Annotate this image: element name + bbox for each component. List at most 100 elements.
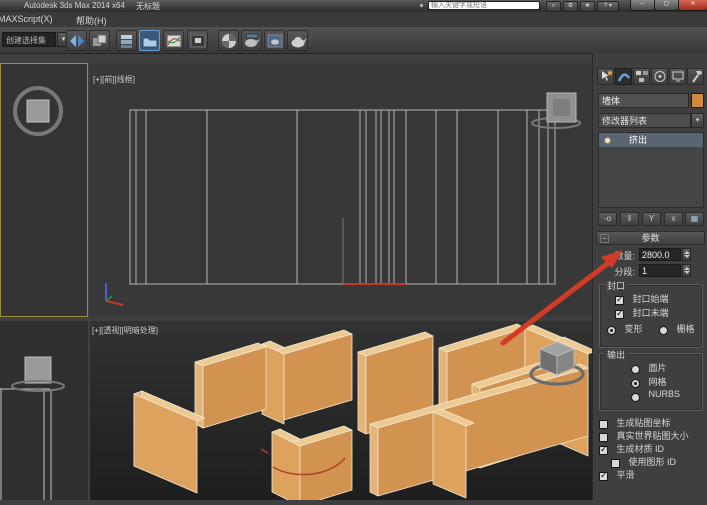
cap-start-checkbox[interactable] bbox=[615, 296, 624, 305]
search-input[interactable] bbox=[428, 1, 540, 10]
menu-help[interactable]: 帮助(H) bbox=[72, 14, 111, 27]
object-color-swatch[interactable] bbox=[691, 93, 704, 108]
gen-mapping-coords-checkbox[interactable] bbox=[599, 420, 608, 429]
document-title: 无标题 bbox=[136, 1, 160, 12]
nurbs-radio-row[interactable]: NURBS bbox=[631, 389, 680, 400]
mesh-label: 网格 bbox=[648, 377, 666, 387]
use-shape-ids-label: 使用图形 ID bbox=[628, 457, 676, 467]
minimize-button[interactable]: ─ bbox=[630, 0, 655, 11]
segments-spinner[interactable]: 1 bbox=[639, 264, 681, 277]
tab-modify[interactable] bbox=[615, 68, 632, 85]
grid-radio-row[interactable]: 栅格 bbox=[659, 322, 694, 333]
remove-modifier-button[interactable]: x bbox=[664, 212, 683, 226]
front-wireframe bbox=[90, 63, 592, 317]
pin-stack-button[interactable]: -o bbox=[598, 212, 617, 226]
menu-maxscript[interactable]: MAXScript(X) bbox=[0, 14, 57, 24]
menu-bar: MAXScript(X) 帮助(H) bbox=[0, 12, 707, 28]
render-setup-icon[interactable] bbox=[241, 30, 262, 51]
viewport-front[interactable]: [+][前][线框] bbox=[90, 63, 592, 317]
app-title: Autodesk 3ds Max 2014 x64 bbox=[24, 1, 125, 10]
mesh-radio[interactable] bbox=[631, 379, 640, 388]
modifier-stack-entry[interactable]: 挤出 bbox=[599, 133, 703, 147]
restore-button[interactable]: ▢ bbox=[654, 0, 679, 11]
modifier-list-dropdown[interactable]: 修改器列表 bbox=[598, 113, 691, 128]
modifier-enabled-bulb-icon[interactable] bbox=[604, 137, 611, 144]
main-toolbar: 创建选择集 ▾ bbox=[0, 27, 707, 54]
viewport-bottom-left[interactable] bbox=[0, 321, 88, 500]
material-editor-icon[interactable] bbox=[218, 30, 239, 51]
grid-radio[interactable] bbox=[659, 326, 668, 335]
collapse-icon[interactable]: − bbox=[600, 234, 609, 243]
star-icon[interactable]: ★ bbox=[580, 1, 595, 12]
object-name-field[interactable]: 墙体 bbox=[598, 93, 689, 108]
layer-manager-icon[interactable] bbox=[116, 30, 137, 51]
use-shape-ids-row[interactable]: 使用图形 ID bbox=[611, 455, 676, 466]
configure-modifier-sets-button[interactable]: ▦ bbox=[685, 212, 704, 226]
smooth-label: 平滑 bbox=[616, 470, 634, 480]
gen-material-ids-row[interactable]: 生成材质 ID bbox=[599, 442, 664, 453]
patch-radio[interactable] bbox=[631, 365, 640, 374]
wrench-icon[interactable]: ⚙ bbox=[563, 1, 578, 12]
tab-hierarchy[interactable] bbox=[633, 68, 650, 85]
amount-spinner[interactable]: 2800.0 bbox=[639, 248, 681, 261]
amount-spinner-arrows[interactable] bbox=[682, 248, 691, 261]
real-world-map-checkbox[interactable] bbox=[599, 433, 608, 442]
modifier-list-arrow[interactable]: ▾ bbox=[691, 113, 704, 128]
walls-3d-render bbox=[90, 321, 592, 500]
gen-material-ids-checkbox[interactable] bbox=[599, 446, 608, 455]
gen-mapping-coords-label: 生成贴图坐标 bbox=[616, 418, 670, 428]
tab-utilities[interactable] bbox=[687, 68, 704, 85]
named-selection-set-combobox[interactable]: 创建选择集 bbox=[2, 32, 56, 47]
nurbs-radio[interactable] bbox=[631, 393, 640, 402]
output-group-title: 输出 bbox=[605, 348, 627, 361]
show-end-result-button[interactable]: ‖ bbox=[620, 212, 639, 226]
mesh-radio-row[interactable]: 网格 bbox=[631, 375, 666, 386]
render-teapot-icon[interactable] bbox=[287, 30, 308, 51]
folder-toggle-icon[interactable] bbox=[139, 30, 160, 51]
gen-mapping-coords-row[interactable]: 生成贴图坐标 bbox=[599, 416, 670, 427]
segments-spinner-arrows[interactable] bbox=[682, 264, 691, 277]
smooth-checkbox[interactable] bbox=[599, 472, 608, 481]
rendered-frame-icon[interactable] bbox=[264, 30, 285, 51]
tab-motion[interactable] bbox=[651, 68, 668, 85]
segments-label: 分段: bbox=[607, 265, 635, 278]
close-button[interactable]: ✕ bbox=[678, 0, 707, 11]
help-icon[interactable]: ? ▾ bbox=[597, 1, 619, 12]
search-icon[interactable]: ⌕ bbox=[546, 1, 561, 12]
tab-display[interactable] bbox=[669, 68, 686, 85]
parameters-rollout-title: 参数 bbox=[641, 233, 659, 243]
mirror-icon[interactable] bbox=[66, 30, 87, 51]
use-shape-ids-checkbox[interactable] bbox=[611, 459, 620, 468]
morph-radio-row[interactable]: 变形 bbox=[607, 322, 642, 333]
viewcube-orthographic bbox=[1, 64, 87, 316]
real-world-map-row[interactable]: 真实世界贴图大小 bbox=[599, 429, 688, 440]
smooth-row[interactable]: 平滑 bbox=[599, 468, 634, 479]
modifier-label: 挤出 bbox=[629, 133, 647, 147]
cap-group-title: 封口 bbox=[605, 279, 627, 292]
parameters-rollout-header[interactable]: − 参数 bbox=[596, 231, 705, 245]
cap-start-checkbox-row[interactable]: 封口始端 bbox=[615, 292, 668, 303]
viewcube-side[interactable] bbox=[12, 357, 64, 391]
modifier-stack[interactable]: 挤出 bbox=[598, 132, 704, 208]
real-world-map-label: 真实世界贴图大小 bbox=[616, 431, 688, 441]
world-axis-tripod bbox=[106, 283, 123, 305]
align-icon[interactable] bbox=[89, 30, 110, 51]
schematic-view-icon[interactable] bbox=[187, 30, 208, 51]
amount-label: 数量: bbox=[607, 249, 635, 262]
command-panel: 墙体 修改器列表 ▾ 挤出 -o ‖ Y x ▦ − 参数 数量: 2800.0… bbox=[592, 53, 707, 500]
cap-end-checkbox-row[interactable]: 封口末端 bbox=[615, 306, 668, 317]
cap-start-label: 封口始端 bbox=[632, 294, 668, 304]
viewport-perspective[interactable]: [+][透视][明暗处理] bbox=[90, 321, 592, 500]
cap-end-label: 封口末端 bbox=[632, 308, 668, 318]
make-unique-button[interactable]: Y bbox=[642, 212, 661, 226]
nurbs-label: NURBS bbox=[648, 389, 680, 399]
tab-create[interactable] bbox=[597, 68, 614, 85]
left-wireframe bbox=[0, 321, 86, 500]
cap-end-checkbox[interactable] bbox=[615, 310, 624, 319]
curve-editor-icon[interactable] bbox=[163, 30, 184, 51]
morph-radio[interactable] bbox=[607, 326, 616, 335]
search-dot-icon bbox=[420, 4, 423, 7]
patch-label: 面片 bbox=[648, 363, 666, 373]
patch-radio-row[interactable]: 面片 bbox=[631, 361, 666, 372]
viewport-top-left[interactable] bbox=[0, 63, 88, 317]
